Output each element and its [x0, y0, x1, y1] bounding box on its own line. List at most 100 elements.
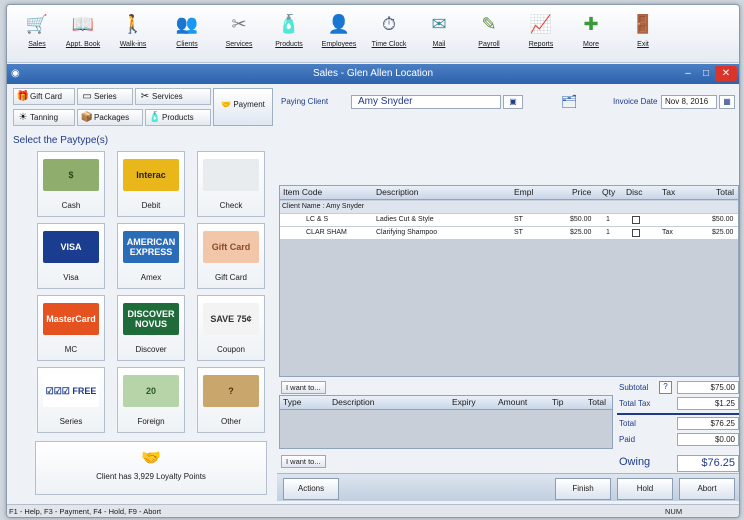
tab-services[interactable]: ✂ Services [135, 88, 211, 105]
items-want-to-button[interactable]: I want to... [281, 381, 326, 394]
minimize-button[interactable]: – [679, 66, 697, 81]
series-icon: ▭ [82, 91, 92, 102]
tax-value: $1.25 [677, 397, 739, 410]
paid-row: Paid $0.00 [617, 433, 739, 447]
sales-icon: 🛒 [25, 13, 49, 34]
paytype-label: Series [59, 417, 83, 426]
scissors-icon: ✂ [140, 91, 150, 102]
paytype-label: MC [64, 345, 78, 354]
calendar-icon[interactable]: ▦ [719, 95, 735, 109]
tab-series[interactable]: ▭ Series [77, 88, 133, 105]
toolbar-clients-button[interactable]: 👥 Clients [165, 7, 209, 59]
tab-payment[interactable]: 🤝 Payment [213, 88, 273, 126]
client-lookup-button[interactable]: ▣ [503, 95, 523, 109]
toolbar-sales-button[interactable]: 🛒 Sales [15, 7, 59, 59]
disc-checkbox[interactable] [632, 229, 640, 239]
tab-products[interactable]: 🧴Products [145, 109, 211, 126]
toolbar-exit-button[interactable]: 🚪 Exit [621, 7, 665, 59]
right-panel: Paying Client Amy Snyder ▣ 🗂 Invoice Dat… [277, 85, 739, 497]
col-empl[interactable]: Empl [514, 187, 533, 197]
paytype-label: Check [219, 201, 243, 210]
loyalty-points-text: Client has 3,929 Loyalty Points [96, 472, 206, 481]
paytype-label: Cash [61, 201, 81, 210]
toolbar-appt-book-button[interactable]: 📖 Appt. Book [61, 7, 105, 59]
paytype-visa-button[interactable]: VISA Visa [37, 223, 105, 289]
paytype-check-button[interactable]: Check [197, 151, 265, 217]
col-description[interactable]: Description [376, 187, 419, 197]
abort-button[interactable]: Abort [679, 478, 735, 500]
col-price[interactable]: Price [572, 187, 591, 197]
paytype-amex-button[interactable]: AMERICAN EXPRESS Amex [117, 223, 185, 289]
col-expiry[interactable]: Expiry [452, 397, 476, 407]
items-grid: Item Code Description Empl Price Qty Dis… [279, 185, 739, 377]
status-bar: F1 - Help, F3 - Payment, F4 - Hold, F9 -… [7, 504, 739, 517]
paytype-image: AMERICAN EXPRESS [123, 231, 179, 263]
loyalty-points-button[interactable]: 🤝 Client has 3,929 Loyalty Points [35, 441, 267, 495]
paytype-series-button[interactable]: ☑☑☑ FREE Series [37, 367, 105, 433]
tab-gift-card[interactable]: 🎁Gift Card [13, 88, 75, 105]
col-tip[interactable]: Tip [552, 397, 564, 407]
table-row[interactable]: CLAR SHAM Clarifying Shampoo ST $25.00 1… [280, 227, 738, 240]
paytype-mc-button[interactable]: MasterCard MC [37, 295, 105, 361]
products-icon: 🧴 [277, 13, 301, 34]
client-card-icon[interactable]: 🗂 [561, 94, 578, 110]
owing-row: Owing $76.25 [617, 455, 739, 473]
main-toolbar: 🛒 Sales 📖 Appt. Book 🚶 Walk-ins 👥 Clients ✂ Servi… [7, 5, 739, 63]
total-row: Total $76.25 [617, 417, 739, 431]
paytype-discover-button[interactable]: DISCOVER NOVUS Discover [117, 295, 185, 361]
paytype-image: SAVE 75¢ [203, 303, 259, 335]
toolbar-employees-button[interactable]: 👤 Employees [317, 7, 361, 59]
maximize-button[interactable]: □ [697, 66, 715, 81]
toolbar-label: Time Clock [371, 41, 407, 48]
toolbar-walk-ins-button[interactable]: 🚶 Walk-ins [111, 7, 155, 59]
table-row[interactable]: LC & S Ladies Cut & Style ST $50.00 1 $5… [280, 214, 738, 227]
paytype-debit-button[interactable]: Interac Debit [117, 151, 185, 217]
toolbar-reports-button[interactable]: 📈 Reports [519, 7, 563, 59]
products-icon: 🧴 [148, 112, 162, 123]
col-tax[interactable]: Tax [662, 187, 675, 197]
toolbar-services-button[interactable]: ✂ Services [217, 7, 261, 59]
payment-icon: 🤝 [221, 100, 232, 109]
col-pay-description[interactable]: Description [332, 397, 375, 407]
paytype-other-button[interactable]: ? Other [197, 367, 265, 433]
payments-grid: Type Description Expiry Amount Tip Total [279, 395, 613, 449]
paytype-gift-card-button[interactable]: Gift Card Gift Card [197, 223, 265, 289]
paytype-image: MasterCard [43, 303, 99, 335]
toolbar-more-button[interactable]: ✚ More [569, 7, 613, 59]
col-disc[interactable]: Disc [626, 187, 643, 197]
help-button[interactable]: ? [659, 381, 672, 394]
toolbar-products-button[interactable]: 🧴 Products [267, 7, 311, 59]
disc-checkbox[interactable] [632, 216, 640, 226]
paytype-label: Amex [140, 273, 162, 282]
total-value: $76.25 [677, 417, 739, 430]
col-pay-total[interactable]: Total [588, 397, 606, 407]
toolbar-payroll-button[interactable]: ✎ Payroll [467, 7, 511, 59]
paytype-label: Visa [63, 273, 79, 282]
num-lock-indicator: NUM [665, 507, 683, 516]
close-button[interactable]: ✕ [715, 66, 737, 81]
paytype-cash-button[interactable]: $ Cash [37, 151, 105, 217]
actions-button[interactable]: Actions [283, 478, 339, 500]
tab-packages[interactable]: 📦Packages [77, 109, 143, 126]
invoice-date-field[interactable]: Nov 8, 2016 [661, 95, 717, 109]
subtotal-row: Subtotal ? $75.00 [617, 381, 739, 395]
hold-button[interactable]: Hold [617, 478, 673, 500]
paytype-coupon-button[interactable]: SAVE 75¢ Coupon [197, 295, 265, 361]
toolbar-time-clock-button[interactable]: ⏱ Time Clock [367, 7, 411, 59]
tab-tanning[interactable]: ☀ Tanning [13, 109, 75, 126]
toolbar-label: Clients [176, 41, 198, 48]
col-amount[interactable]: Amount [498, 397, 527, 407]
finish-button[interactable]: Finish [555, 478, 611, 500]
col-type[interactable]: Type [283, 397, 301, 407]
paytype-foreign-button[interactable]: 20 Foreign [117, 367, 185, 433]
col-qty[interactable]: Qty [602, 187, 615, 197]
col-total[interactable]: Total [716, 187, 734, 197]
payments-want-to-button[interactable]: I want to... [281, 455, 326, 468]
toolbar-mail-button[interactable]: ✉ Mail [417, 7, 461, 59]
reports-icon: 📈 [529, 13, 553, 34]
toolbar-label: Products [275, 41, 303, 48]
toolbar-label: Appt. Book [65, 41, 101, 48]
paytype-image: Gift Card [203, 231, 259, 263]
col-item-code[interactable]: Item Code [283, 187, 322, 197]
paying-client-field[interactable]: Amy Snyder [351, 95, 501, 109]
